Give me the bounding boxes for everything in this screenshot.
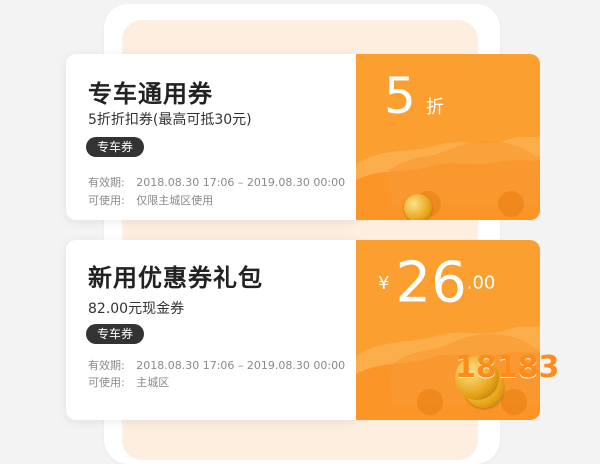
coupon-subtitle: 82.00元现金券 [88, 301, 185, 317]
watermark-text: 18183 [455, 350, 560, 385]
coupon-validity-value: 2018.08.30 17:06 – 2019.08.30 00:00 [136, 176, 346, 189]
coupon-title: 新用优惠券礼包 [88, 264, 263, 292]
coupon-usage-label: 可使用: [88, 194, 125, 207]
cash-amount: 26 [395, 250, 467, 316]
currency-symbol: ¥ [378, 272, 390, 294]
discount-unit: 折 [425, 97, 444, 118]
cash-amount-cents: .00 [466, 272, 496, 294]
coupon-card[interactable]: 专车通用券 5折折扣券(最高可抵30元) 专车券 有效期: 2018.08.30… [66, 54, 540, 220]
cash-value: ¥26.00 [378, 250, 495, 314]
coupon-tag: 专车券 [86, 137, 144, 157]
discount-number: 5 [384, 67, 416, 125]
watermark-logo: 18183 [455, 330, 600, 406]
coupon-subtitle: 5折折扣券(最高可抵30元) [88, 112, 252, 128]
discount-value: 5折 [384, 66, 444, 138]
coupon-details: 专车通用券 5折折扣券(最高可抵30元) 专车券 有效期: 2018.08.30… [66, 54, 356, 220]
coupon-validity: 有效期: 2018.08.30 17:06 – 2019.08.30 00:00 [88, 357, 345, 373]
coupon-value-panel: 5折 [356, 54, 540, 220]
coupon-usage-value: 主城区 [136, 376, 170, 389]
coin-icon [404, 194, 432, 220]
coupon-validity-value: 2018.08.30 17:06 – 2019.08.30 00:00 [136, 359, 346, 372]
coupon-usage: 可使用: 仅限主城区使用 [88, 192, 213, 208]
coupon-usage: 可使用: 主城区 [88, 374, 169, 390]
coupon-details: 新用优惠券礼包 82.00元现金券 专车券 有效期: 2018.08.30 17… [66, 240, 356, 420]
coupon-validity: 有效期: 2018.08.30 17:06 – 2019.08.30 00:00 [88, 174, 345, 190]
coupon-tag: 专车券 [86, 324, 144, 344]
coupon-usage-label: 可使用: [88, 376, 125, 389]
coupon-validity-label: 有效期: [88, 176, 125, 189]
coupon-usage-value: 仅限主城区使用 [136, 194, 214, 207]
coupon-validity-label: 有效期: [88, 359, 125, 372]
coupon-title: 专车通用券 [88, 80, 213, 108]
